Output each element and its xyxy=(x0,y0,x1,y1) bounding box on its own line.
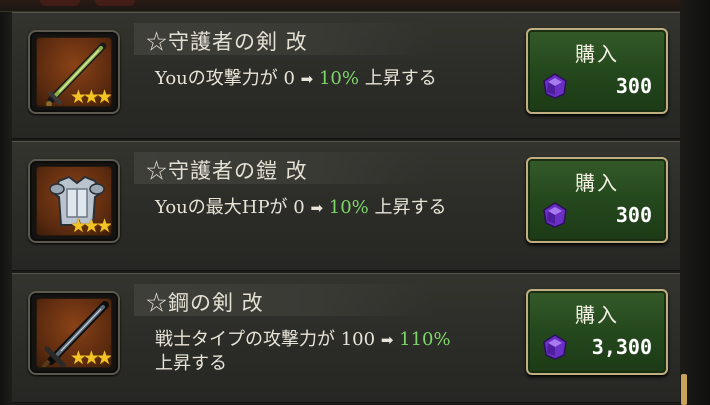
item-description: Youの最大HPが 0 ➡ 10% 上昇する xyxy=(155,196,447,220)
item-icon-frame: ★★★ xyxy=(28,291,120,375)
arrow-icon: ➡ xyxy=(300,70,314,88)
purple-gem-icon xyxy=(543,334,567,360)
desc-line: 上昇する xyxy=(155,353,227,374)
price: 3,300 xyxy=(591,335,652,359)
shop-item-list: ★★★ ☆守護者の剣 改 Youの攻撃力が 0 ➡ 10% 上昇する 購入 30… xyxy=(12,12,680,405)
buy-button[interactable]: 購入 3,300 xyxy=(526,289,668,375)
item-name: ☆守護者の鎧 改 xyxy=(146,159,308,183)
purple-gem-icon xyxy=(543,202,567,228)
top-frame xyxy=(0,0,710,12)
rarity-stars: ★★★ xyxy=(69,347,111,368)
arrow-icon: ➡ xyxy=(380,331,394,349)
desc-text: Youの最大HPが 0 xyxy=(155,197,311,218)
frame-ornament xyxy=(40,0,80,6)
desc-highlight: 10% xyxy=(318,68,359,89)
buy-button[interactable]: 購入 300 xyxy=(526,28,668,114)
desc-line: 戦士タイプの攻撃力が 100 ➡ 110% xyxy=(155,328,451,352)
shop-item: ★★★ ☆守護者の剣 改 Youの攻撃力が 0 ➡ 10% 上昇する 購入 30… xyxy=(12,12,680,139)
buy-button[interactable]: 購入 300 xyxy=(526,157,668,243)
item-description: Youの攻撃力が 0 ➡ 10% 上昇する xyxy=(155,67,437,91)
desc-highlight: 10% xyxy=(328,197,369,218)
buy-label: 購入 xyxy=(575,303,619,327)
item-icon-background: ★★★ xyxy=(36,166,112,236)
shop-item: ★★★ ☆鋼の剣 改 戦士タイプの攻撃力が 100 ➡ 110% 上昇する 購入… xyxy=(12,273,680,403)
rarity-stars: ★★★ xyxy=(69,86,111,107)
desc-text: Youの攻撃力が 0 xyxy=(155,68,301,89)
item-icon-background: ★★★ xyxy=(36,37,112,107)
item-icon-frame: ★★★ xyxy=(28,159,120,243)
item-icon-frame: ★★★ xyxy=(28,30,120,114)
buy-label: 購入 xyxy=(575,42,619,66)
desc-text: 戦士タイプの攻撃力が 100 xyxy=(155,329,381,350)
price: 300 xyxy=(615,74,652,98)
left-frame xyxy=(0,12,12,405)
item-name: ☆鋼の剣 改 xyxy=(146,291,264,315)
buy-label: 購入 xyxy=(575,171,619,195)
item-name: ☆守護者の剣 改 xyxy=(146,30,308,54)
item-description: 戦士タイプの攻撃力が 100 ➡ 110% 上昇する xyxy=(155,328,451,376)
arrow-icon: ➡ xyxy=(310,199,324,217)
desc-text: 上昇する xyxy=(358,68,437,89)
purple-gem-icon xyxy=(543,73,567,99)
rarity-stars: ★★★ xyxy=(69,215,111,236)
shop-item: ★★★ ☆守護者の鎧 改 Youの最大HPが 0 ➡ 10% 上昇する 購入 3… xyxy=(12,141,680,271)
item-icon-background: ★★★ xyxy=(36,298,112,368)
scrollbar-thumb[interactable] xyxy=(681,374,687,405)
right-frame xyxy=(680,0,710,405)
price: 300 xyxy=(615,203,652,227)
frame-ornament xyxy=(95,0,135,6)
desc-highlight: 110% xyxy=(399,329,451,350)
desc-text: 上昇する xyxy=(368,197,447,218)
